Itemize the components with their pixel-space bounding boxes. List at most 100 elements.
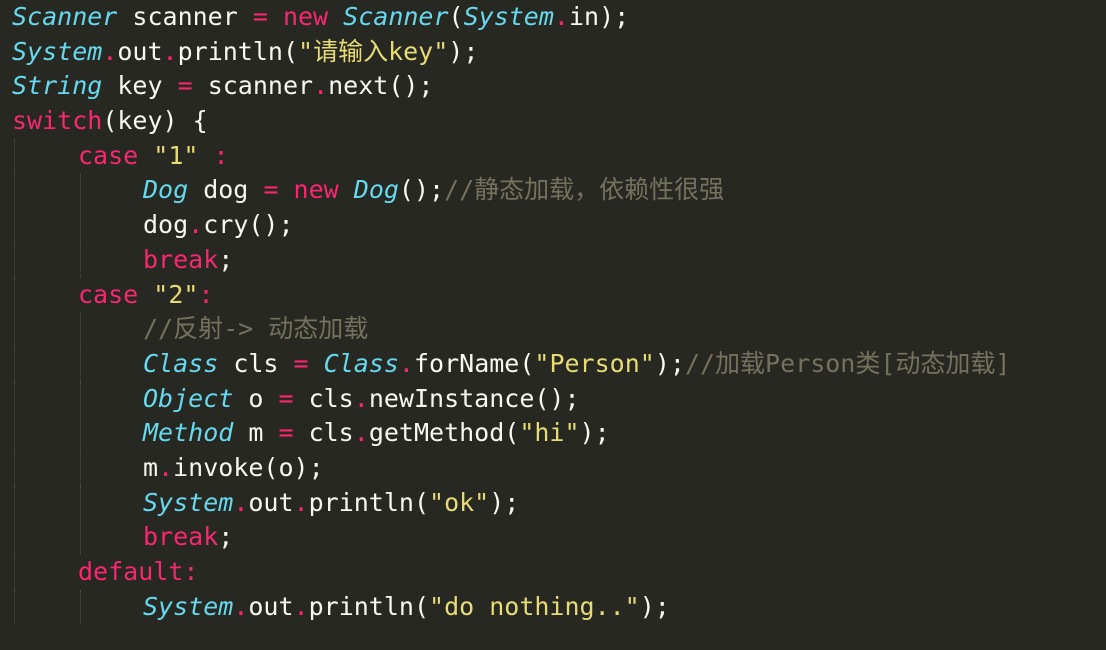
- code-line[interactable]: switch(key) {: [0, 104, 1106, 139]
- code-line[interactable]: break;: [0, 520, 1106, 555]
- code-token-plain: next();: [328, 71, 434, 101]
- indent-guide: [14, 242, 15, 278]
- code-token-plain: scanner: [117, 2, 253, 31]
- code-token-type: Dog: [143, 175, 189, 205]
- indent-guide: [14, 208, 15, 243]
- code-token-op: =: [293, 348, 309, 378]
- code-token-op: =: [177, 71, 193, 101]
- indent-guide: [80, 173, 81, 209]
- indent-guide: [80, 520, 81, 555]
- code-line[interactable]: default:: [0, 555, 1106, 590]
- code-token-plain: );: [639, 591, 670, 621]
- indent-guide: [80, 381, 81, 417]
- code-token-type: System: [463, 2, 554, 31]
- code-token-cmt: //反射-> 动态加载: [143, 314, 369, 344]
- code-line[interactable]: System.out.println("请输入key");: [0, 35, 1106, 70]
- indent-guide: [14, 312, 15, 347]
- code-line[interactable]: //反射-> 动态加载: [0, 312, 1106, 347]
- indent-guide: [14, 138, 15, 174]
- code-token-kw: default: [78, 557, 184, 586]
- code-token-kw: case: [78, 140, 139, 170]
- code-token-op: =: [278, 418, 294, 448]
- indent-guide: [80, 450, 81, 486]
- code-token-plain: (key): [102, 106, 193, 136]
- code-token-plain: );: [579, 418, 610, 448]
- indent-guide: [14, 346, 15, 382]
- code-line[interactable]: Object o = cls.newInstance();: [0, 381, 1106, 417]
- code-token-type: String: [12, 71, 103, 101]
- code-line[interactable]: break;: [0, 242, 1106, 278]
- code-line[interactable]: Method m = cls.getMethod("hi");: [0, 416, 1106, 451]
- code-token-op: .: [353, 418, 369, 448]
- indent-guide: [80, 346, 81, 382]
- code-line[interactable]: String key = scanner.next();: [0, 69, 1106, 104]
- code-token-kw: break: [143, 522, 219, 552]
- code-token-type: Class: [143, 348, 219, 378]
- code-token-kw: break: [143, 244, 219, 274]
- code-line[interactable]: Dog dog = new Dog();//静态加载，依赖性很强: [0, 173, 1106, 209]
- code-token-str: "Person": [534, 348, 655, 378]
- indent-guide: [80, 208, 81, 243]
- code-token-op: =: [263, 175, 279, 205]
- code-token-plain: key: [102, 71, 178, 101]
- code-token-kw: switch: [12, 106, 103, 136]
- code-editor[interactable]: Scanner scanner = new Scanner(System.in)…: [0, 0, 1106, 650]
- code-token-op: .: [293, 487, 309, 517]
- code-token-plain: );: [489, 487, 520, 517]
- code-token-str: "hi": [519, 418, 580, 448]
- code-token-kw: :: [183, 557, 199, 586]
- code-token-kw: new: [293, 175, 339, 205]
- code-token-type: System: [143, 591, 234, 621]
- code-line[interactable]: Scanner scanner = new Scanner(System.in)…: [0, 0, 1106, 35]
- code-token-op: =: [278, 383, 294, 413]
- code-token-op: .: [398, 348, 414, 378]
- code-token-type: Class: [323, 348, 399, 378]
- code-token-plain: (: [448, 2, 464, 31]
- code-line[interactable]: System.out.println("ok");: [0, 485, 1106, 521]
- code-token-plain: out: [248, 591, 294, 621]
- code-token-str: "ok": [429, 487, 490, 517]
- code-line[interactable]: Class cls = Class.forName("Person");//加载…: [0, 346, 1106, 382]
- code-token-plain: );: [448, 36, 479, 66]
- code-token-plain: in);: [568, 2, 630, 31]
- code-token-op: .: [553, 2, 569, 31]
- code-token-plain: println(: [177, 36, 299, 66]
- code-token-plain: forName(: [413, 348, 535, 378]
- code-token-kw: new: [282, 2, 329, 31]
- code-token-plain: newInstance();: [368, 383, 580, 413]
- code-line[interactable]: m.invoke(o);: [0, 450, 1106, 486]
- indent-guide: [14, 381, 15, 417]
- code-line[interactable]: dog.cry();: [0, 208, 1106, 243]
- code-token-kw: :: [198, 279, 214, 309]
- code-token-plain: cls: [218, 348, 294, 378]
- code-token-plain: dog: [188, 175, 264, 205]
- code-token-plain: scanner: [192, 71, 314, 101]
- code-token-op: .: [293, 591, 309, 621]
- code-line[interactable]: case "1" :: [0, 138, 1106, 174]
- code-token-op: .: [158, 452, 174, 482]
- indent-guide: [80, 589, 81, 625]
- code-token-str: "请输入key": [298, 36, 449, 66]
- code-token-op: .: [353, 383, 369, 413]
- code-token-plain: );: [654, 348, 685, 378]
- code-line[interactable]: case "2":: [0, 277, 1106, 313]
- code-token-plain: cls: [293, 418, 354, 448]
- code-token-cmt: //加载Person类[动态加载]: [684, 348, 1011, 378]
- code-token-plain: ;: [218, 522, 234, 552]
- indent-guide: [14, 555, 15, 590]
- code-token-plain: println(: [308, 487, 430, 517]
- indent-guide: [14, 520, 15, 555]
- code-token-cmt: //静态加载，依赖性很强: [444, 175, 725, 205]
- code-token-kw: case: [78, 279, 139, 309]
- code-token-plain: m: [233, 418, 279, 448]
- code-line[interactable]: System.out.println("do nothing..");: [0, 589, 1106, 625]
- code-token-plain: invoke(o);: [173, 452, 324, 482]
- indent-guide: [14, 450, 15, 486]
- code-token-plain: ;: [218, 244, 234, 274]
- code-token-plain: out: [117, 36, 163, 66]
